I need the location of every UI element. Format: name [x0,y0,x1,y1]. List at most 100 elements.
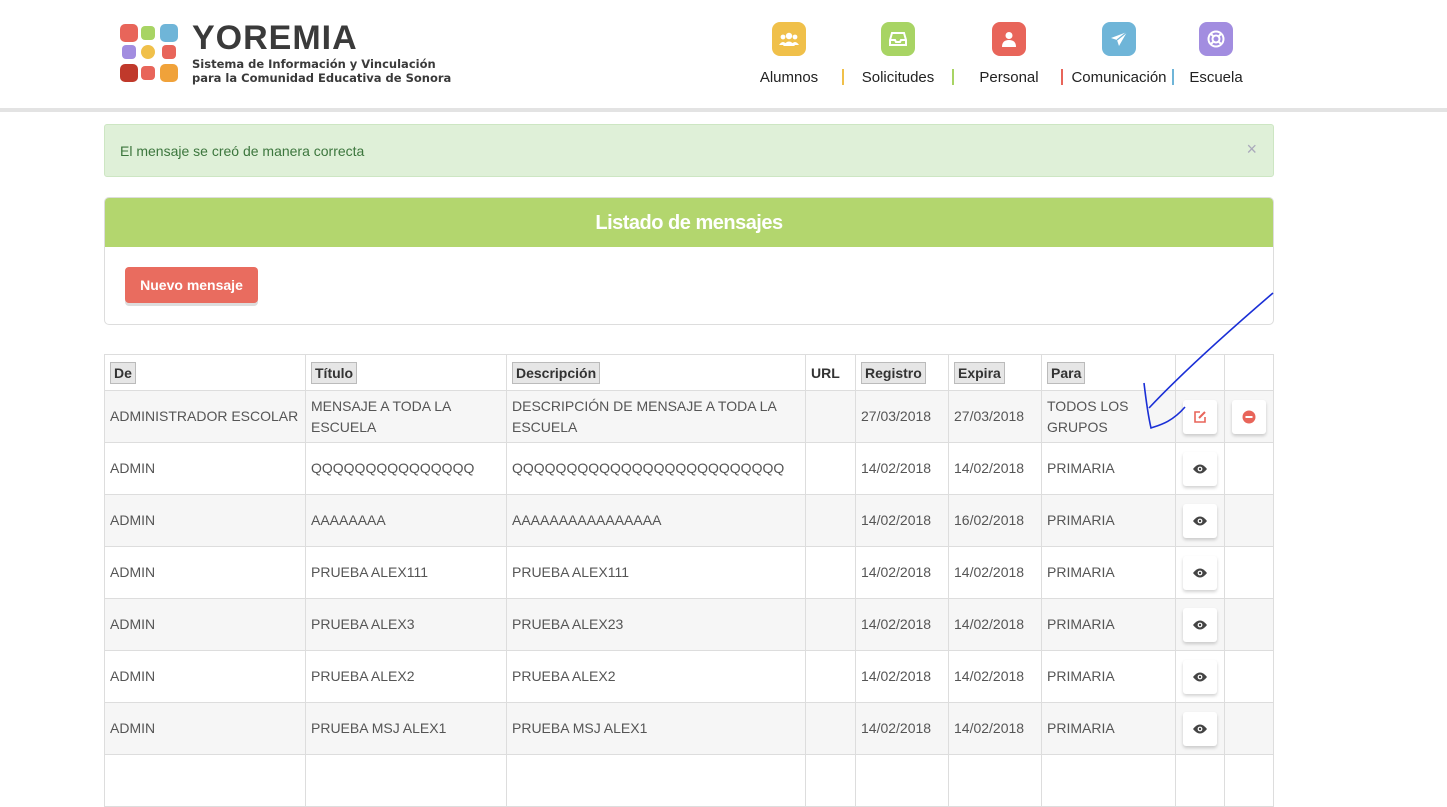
cell-para: PRIMARIA [1041,442,1176,495]
nav-escuela[interactable]: Escuela [1186,22,1246,86]
table-row: ADMIN AAAAAAAA AAAAAAAAAAAAAAAA 14/02/20… [104,494,1274,547]
cell-url [805,494,856,547]
view-button[interactable] [1183,451,1217,486]
header-para[interactable]: Para [1041,354,1176,391]
messages-panel: Listado de mensajes Nuevo mensaje [104,197,1274,325]
nav-separator [952,69,954,85]
header-divider [0,108,1447,112]
delete-button[interactable] [1232,399,1266,434]
cell-expira: 14/02/2018 [948,702,1042,755]
cell-registro: 14/02/2018 [855,442,949,495]
view-button[interactable] [1183,659,1217,694]
view-icon [1193,516,1207,525]
view-button[interactable] [1183,503,1217,538]
view-icon [1193,568,1207,577]
table-row: ADMIN PRUEBA MSJ ALEX1 PRUEBA MSJ ALEX1 … [104,702,1274,755]
new-message-button[interactable]: Nuevo mensaje [125,267,258,303]
cell-expira: 14/02/2018 [948,650,1042,703]
cell-titulo: QQQQQQQQQQQQQQQ [305,442,507,495]
cell-expira: 16/02/2018 [948,494,1042,547]
cell-titulo: PRUEBA ALEX111 [305,546,507,599]
cell-registro: 27/03/2018 [855,390,949,443]
header-titulo[interactable]: Título [305,354,507,391]
cell-url [805,702,856,755]
table-header-row: De Título Descripción URL Registro Expir… [104,354,1274,391]
nav-personal[interactable]: Personal [976,22,1042,86]
yoremia-logo [120,24,178,82]
table-row: ADMIN PRUEBA ALEX2 PRUEBA ALEX2 14/02/20… [104,650,1274,703]
table-row: ADMIN PRUEBA ALEX111 PRUEBA ALEX111 14/0… [104,546,1274,599]
cell-descripcion: PRUEBA ALEX2 [506,650,806,703]
cell-de: ADMIN [104,442,306,495]
cell-de: ADMIN [104,546,306,599]
cell-expira: 27/03/2018 [948,390,1042,443]
cell-para: TODOS LOS GRUPOS [1041,390,1176,443]
nav-alumnos[interactable]: Alumnos [756,22,822,86]
cell-expira: 14/02/2018 [948,546,1042,599]
header-descripcion[interactable]: Descripción [506,354,806,391]
users-icon [772,22,806,56]
cell-url [805,390,856,443]
cell-de: ADMINISTRADOR ESCOLAR [104,390,306,443]
view-button[interactable] [1183,711,1217,746]
cell-registro: 14/02/2018 [855,702,949,755]
cell-expira: 14/02/2018 [948,598,1042,651]
success-alert: El mensaje se creó de manera correcta × [104,124,1274,177]
view-icon [1193,724,1207,733]
messages-table: De Título Descripción URL Registro Expir… [104,354,1274,807]
table-row: ADMINISTRADOR ESCOLAR MENSAJE A TODA LA … [104,390,1274,443]
cell-url [805,546,856,599]
cell-de: ADMIN [104,494,306,547]
cell-registro: 14/02/2018 [855,546,949,599]
cell-titulo: PRUEBA ALEX3 [305,598,507,651]
view-button[interactable] [1183,555,1217,590]
lifebuoy-icon [1199,22,1233,56]
edit-icon [1194,410,1206,423]
cell-para: PRIMARIA [1041,598,1176,651]
brand-subtitle: Sistema de Información y Vinculación par… [192,57,452,85]
cell-titulo: AAAAAAAA [305,494,507,547]
header-action [1224,354,1274,391]
paper-plane-icon [1102,22,1136,56]
cell-para: PRIMARIA [1041,650,1176,703]
cell-registro: 14/02/2018 [855,598,949,651]
cell-titulo: MENSAJE A TODA LA ESCUELA [305,390,507,443]
header-url: URL [805,354,856,391]
cell-descripcion: DESCRIPCIÓN DE MENSAJE A TODA LA ESCUELA [506,390,806,443]
cell-titulo: PRUEBA MSJ ALEX1 [305,702,507,755]
header-expira[interactable]: Expira [948,354,1042,391]
cell-de: ADMIN [104,702,306,755]
cell-url [805,598,856,651]
table-row: ADMIN QQQQQQQQQQQQQQQ QQQQQQQQQQQQQQQQQQ… [104,442,1274,495]
cell-para: PRIMARIA [1041,546,1176,599]
nav-solicitudes[interactable]: Solicitudes [858,22,938,86]
cell-registro: 14/02/2018 [855,494,949,547]
view-icon [1193,464,1207,473]
cell-descripcion: QQQQQQQQQQQQQQQQQQQQQQQQQ [506,442,806,495]
nav-comunicacion[interactable]: Comunicación [1067,22,1171,86]
cell-descripcion: PRUEBA MSJ ALEX1 [506,702,806,755]
cell-descripcion: PRUEBA ALEX111 [506,546,806,599]
panel-title: Listado de mensajes [105,198,1273,247]
cell-url [805,650,856,703]
table-row: ADMIN PRUEBA ALEX3 PRUEBA ALEX23 14/02/2… [104,598,1274,651]
edit-button[interactable] [1183,399,1217,434]
cell-registro: 14/02/2018 [855,650,949,703]
brand-name: YOREMIA [192,19,358,57]
view-button[interactable] [1183,607,1217,642]
user-icon [992,22,1026,56]
cell-de: ADMIN [104,650,306,703]
cell-descripcion: PRUEBA ALEX23 [506,598,806,651]
inbox-icon [881,22,915,56]
close-icon[interactable]: × [1246,139,1257,160]
view-icon [1193,620,1207,629]
cell-descripcion: AAAAAAAAAAAAAAAA [506,494,806,547]
top-header: YOREMIA Sistema de Información y Vincula… [0,0,1447,108]
header-registro[interactable]: Registro [855,354,949,391]
nav-separator [1061,69,1063,85]
nav-separator [842,69,844,85]
header-de[interactable]: De [104,354,306,391]
alert-message: El mensaje se creó de manera correcta [120,143,365,159]
header-action [1175,354,1225,391]
cell-de: ADMIN [104,598,306,651]
